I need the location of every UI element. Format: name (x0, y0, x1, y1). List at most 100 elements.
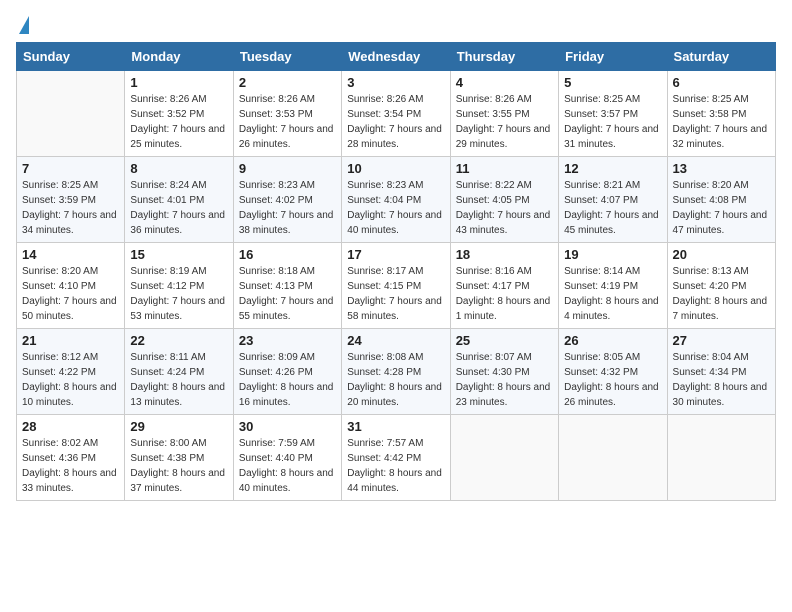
calendar-cell: 16 Sunrise: 8:18 AMSunset: 4:13 PMDayligh… (233, 243, 341, 329)
calendar-week-row: 21 Sunrise: 8:12 AMSunset: 4:22 PMDayligh… (17, 329, 776, 415)
day-info: Sunrise: 8:19 AMSunset: 4:12 PMDaylight:… (130, 264, 227, 324)
day-info: Sunrise: 8:08 AMSunset: 4:28 PMDaylight:… (347, 350, 444, 410)
day-info: Sunrise: 8:26 AMSunset: 3:52 PMDaylight:… (130, 92, 227, 152)
day-number: 16 (239, 247, 336, 262)
day-number: 17 (347, 247, 444, 262)
day-number: 26 (564, 333, 661, 348)
calendar-cell: 19 Sunrise: 8:14 AMSunset: 4:19 PMDayligh… (559, 243, 667, 329)
day-number: 3 (347, 75, 444, 90)
day-info: Sunrise: 8:25 AMSunset: 3:57 PMDaylight:… (564, 92, 661, 152)
calendar-week-row: 28 Sunrise: 8:02 AMSunset: 4:36 PMDayligh… (17, 415, 776, 501)
day-number: 5 (564, 75, 661, 90)
day-number: 25 (456, 333, 553, 348)
day-info: Sunrise: 8:00 AMSunset: 4:38 PMDaylight:… (130, 436, 227, 496)
calendar-cell: 2 Sunrise: 8:26 AMSunset: 3:53 PMDaylight… (233, 71, 341, 157)
day-info: Sunrise: 8:04 AMSunset: 4:34 PMDaylight:… (673, 350, 770, 410)
calendar-week-row: 7 Sunrise: 8:25 AMSunset: 3:59 PMDaylight… (17, 157, 776, 243)
weekday-header-saturday: Saturday (667, 43, 775, 71)
calendar-cell: 13 Sunrise: 8:20 AMSunset: 4:08 PMDayligh… (667, 157, 775, 243)
day-info: Sunrise: 8:26 AMSunset: 3:54 PMDaylight:… (347, 92, 444, 152)
calendar-cell: 10Sunrise: 8:23 AMSunset: 4:04 PMDayligh… (342, 157, 450, 243)
calendar-cell: 25 Sunrise: 8:07 AMSunset: 4:30 PMDayligh… (450, 329, 558, 415)
day-number: 9 (239, 161, 336, 176)
day-number: 20 (673, 247, 770, 262)
day-number: 4 (456, 75, 553, 90)
day-number: 1 (130, 75, 227, 90)
day-info: Sunrise: 8:25 AMSunset: 3:59 PMDaylight:… (22, 178, 119, 238)
day-info: Sunrise: 8:23 AMSunset: 4:02 PMDaylight:… (239, 178, 336, 238)
weekday-header-tuesday: Tuesday (233, 43, 341, 71)
calendar-cell: 14 Sunrise: 8:20 AMSunset: 4:10 PMDayligh… (17, 243, 125, 329)
day-info: Sunrise: 8:07 AMSunset: 4:30 PMDaylight:… (456, 350, 553, 410)
calendar-cell: 6Sunrise: 8:25 AMSunset: 3:58 PMDaylight… (667, 71, 775, 157)
weekday-header-friday: Friday (559, 43, 667, 71)
calendar-table: SundayMondayTuesdayWednesdayThursdayFrid… (16, 42, 776, 501)
calendar-cell: 5 Sunrise: 8:25 AMSunset: 3:57 PMDaylight… (559, 71, 667, 157)
day-info: Sunrise: 8:21 AMSunset: 4:07 PMDaylight:… (564, 178, 661, 238)
day-number: 19 (564, 247, 661, 262)
calendar-cell: 9 Sunrise: 8:23 AMSunset: 4:02 PMDaylight… (233, 157, 341, 243)
calendar-cell: 17 Sunrise: 8:17 AMSunset: 4:15 PMDayligh… (342, 243, 450, 329)
day-number: 11 (456, 161, 553, 176)
calendar-cell: 20 Sunrise: 8:13 AMSunset: 4:20 PMDayligh… (667, 243, 775, 329)
day-info: Sunrise: 7:57 AMSunset: 4:42 PMDaylight:… (347, 436, 444, 496)
calendar-cell: 18Sunrise: 8:16 AMSunset: 4:17 PMDayligh… (450, 243, 558, 329)
day-number: 2 (239, 75, 336, 90)
calendar-cell: 21 Sunrise: 8:12 AMSunset: 4:22 PMDayligh… (17, 329, 125, 415)
day-info: Sunrise: 8:13 AMSunset: 4:20 PMDaylight:… (673, 264, 770, 324)
day-info: Sunrise: 7:59 AMSunset: 4:40 PMDaylight:… (239, 436, 336, 496)
weekday-header-row: SundayMondayTuesdayWednesdayThursdayFrid… (17, 43, 776, 71)
calendar-cell: 29 Sunrise: 8:00 AMSunset: 4:38 PMDayligh… (125, 415, 233, 501)
day-info: Sunrise: 8:16 AMSunset: 4:17 PMDaylight:… (456, 264, 553, 324)
day-info: Sunrise: 8:25 AMSunset: 3:58 PMDaylight:… (673, 92, 770, 152)
weekday-header-wednesday: Wednesday (342, 43, 450, 71)
day-info: Sunrise: 8:12 AMSunset: 4:22 PMDaylight:… (22, 350, 119, 410)
day-info: Sunrise: 8:22 AMSunset: 4:05 PMDaylight:… (456, 178, 553, 238)
calendar-cell: 15 Sunrise: 8:19 AMSunset: 4:12 PMDayligh… (125, 243, 233, 329)
weekday-header-monday: Monday (125, 43, 233, 71)
calendar-cell: 27Sunrise: 8:04 AMSunset: 4:34 PMDayligh… (667, 329, 775, 415)
day-info: Sunrise: 8:17 AMSunset: 4:15 PMDaylight:… (347, 264, 444, 324)
calendar-week-row: 1 Sunrise: 8:26 AMSunset: 3:52 PMDaylight… (17, 71, 776, 157)
day-number: 22 (130, 333, 227, 348)
day-info: Sunrise: 8:14 AMSunset: 4:19 PMDaylight:… (564, 264, 661, 324)
weekday-header-sunday: Sunday (17, 43, 125, 71)
calendar-cell (559, 415, 667, 501)
calendar-cell: 7 Sunrise: 8:25 AMSunset: 3:59 PMDaylight… (17, 157, 125, 243)
calendar-cell: 31 Sunrise: 7:57 AMSunset: 4:42 PMDayligh… (342, 415, 450, 501)
day-info: Sunrise: 8:26 AMSunset: 3:53 PMDaylight:… (239, 92, 336, 152)
page-header (16, 16, 776, 34)
logo (16, 16, 29, 34)
day-number: 24 (347, 333, 444, 348)
day-info: Sunrise: 8:20 AMSunset: 4:10 PMDaylight:… (22, 264, 119, 324)
day-number: 7 (22, 161, 119, 176)
calendar-cell: 4Sunrise: 8:26 AMSunset: 3:55 PMDaylight… (450, 71, 558, 157)
day-info: Sunrise: 8:02 AMSunset: 4:36 PMDaylight:… (22, 436, 119, 496)
day-number: 12 (564, 161, 661, 176)
calendar-cell: 28 Sunrise: 8:02 AMSunset: 4:36 PMDayligh… (17, 415, 125, 501)
day-number: 23 (239, 333, 336, 348)
day-number: 13 (673, 161, 770, 176)
day-number: 21 (22, 333, 119, 348)
day-info: Sunrise: 8:18 AMSunset: 4:13 PMDaylight:… (239, 264, 336, 324)
day-number: 29 (130, 419, 227, 434)
logo-triangle-icon (19, 16, 29, 34)
day-info: Sunrise: 8:20 AMSunset: 4:08 PMDaylight:… (673, 178, 770, 238)
calendar-cell: 22 Sunrise: 8:11 AMSunset: 4:24 PMDayligh… (125, 329, 233, 415)
calendar-cell: 8Sunrise: 8:24 AMSunset: 4:01 PMDaylight… (125, 157, 233, 243)
day-number: 31 (347, 419, 444, 434)
calendar-cell: 1 Sunrise: 8:26 AMSunset: 3:52 PMDaylight… (125, 71, 233, 157)
calendar-cell: 3 Sunrise: 8:26 AMSunset: 3:54 PMDaylight… (342, 71, 450, 157)
day-number: 10 (347, 161, 444, 176)
day-number: 14 (22, 247, 119, 262)
day-info: Sunrise: 8:24 AMSunset: 4:01 PMDaylight:… (130, 178, 227, 238)
day-number: 15 (130, 247, 227, 262)
calendar-cell: 30Sunrise: 7:59 AMSunset: 4:40 PMDayligh… (233, 415, 341, 501)
day-number: 28 (22, 419, 119, 434)
calendar-cell (450, 415, 558, 501)
calendar-cell (17, 71, 125, 157)
calendar-week-row: 14 Sunrise: 8:20 AMSunset: 4:10 PMDayligh… (17, 243, 776, 329)
day-info: Sunrise: 8:11 AMSunset: 4:24 PMDaylight:… (130, 350, 227, 410)
calendar-cell: 11 Sunrise: 8:22 AMSunset: 4:05 PMDayligh… (450, 157, 558, 243)
weekday-header-thursday: Thursday (450, 43, 558, 71)
